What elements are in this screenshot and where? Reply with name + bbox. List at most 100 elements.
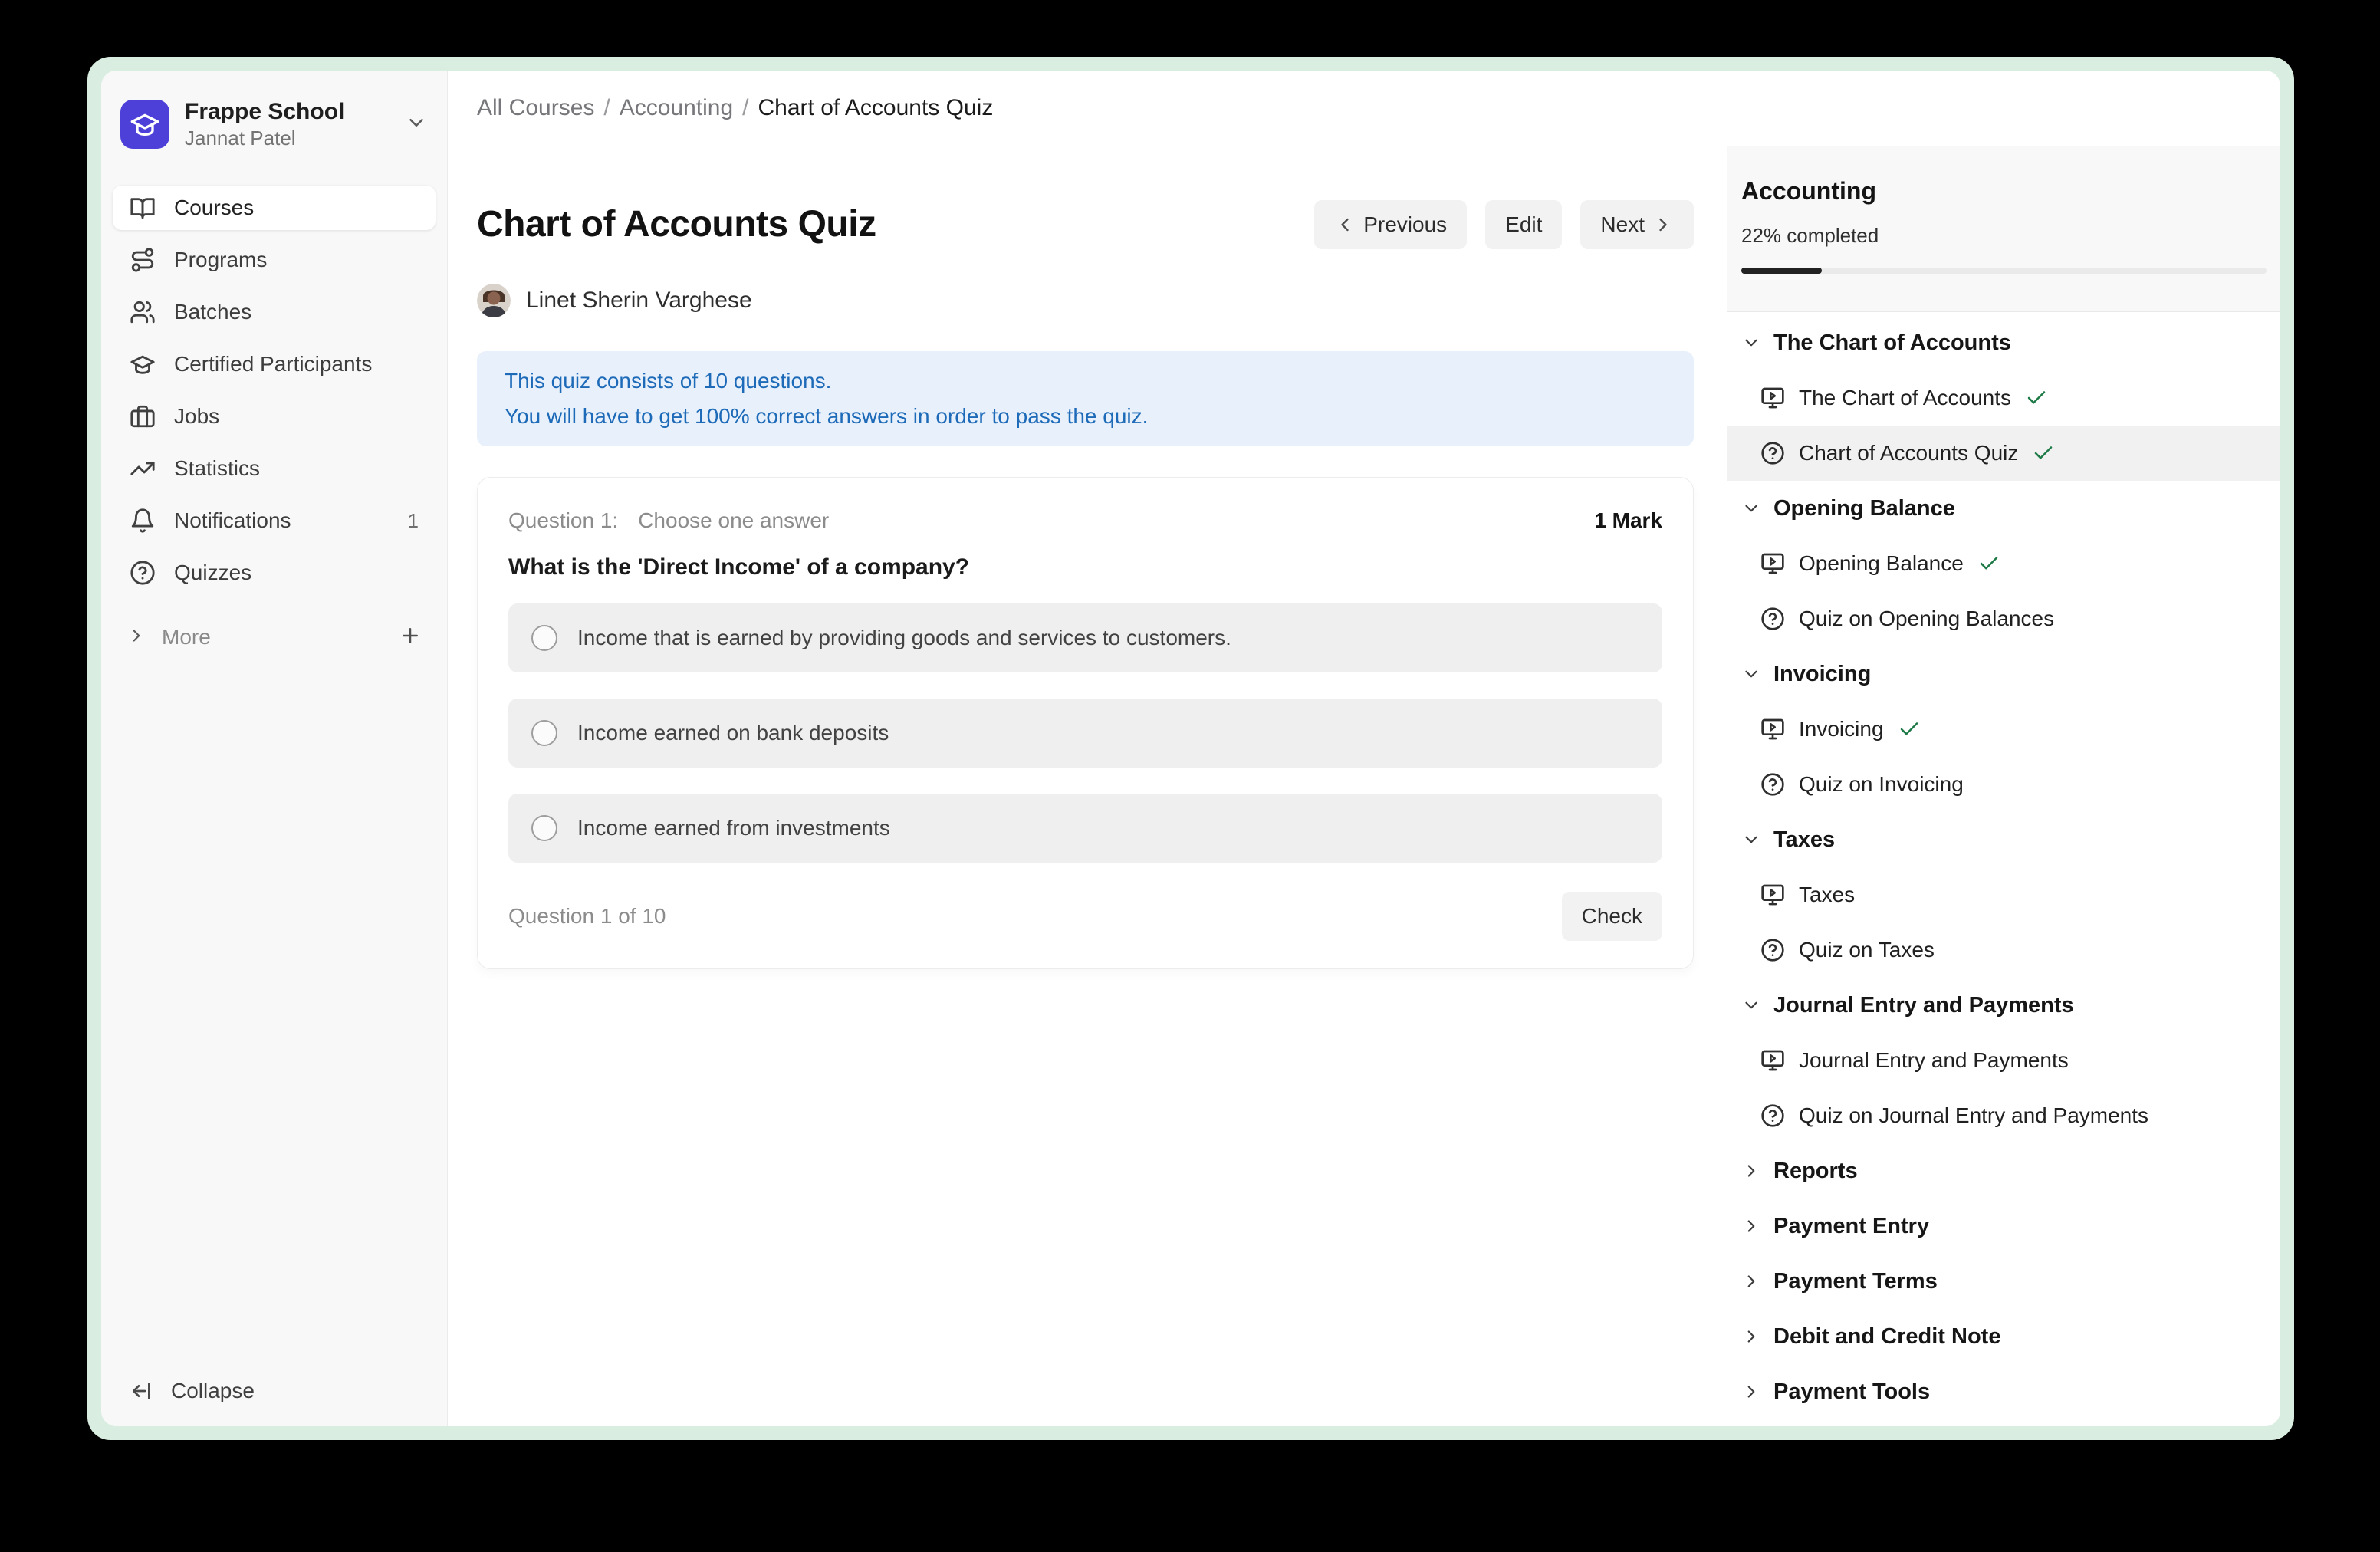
answer-option-3[interactable]: Income earned from investments: [508, 794, 1662, 863]
edit-button[interactable]: Edit: [1485, 200, 1562, 249]
sidebar-item-certified-participants[interactable]: Certified Participants: [113, 342, 436, 386]
breadcrumb: All Courses / Accounting / Chart of Acco…: [448, 71, 2280, 146]
workspace: All Courses / Accounting / Chart of Acco…: [448, 71, 2280, 1426]
chevron-down-icon[interactable]: [405, 111, 428, 138]
trending-up-icon: [130, 455, 156, 482]
course-progress-label: 22% completed: [1741, 224, 2267, 248]
banner-line-1: This quiz consists of 10 questions.: [505, 363, 1666, 399]
brand-user: Jannat Patel: [185, 126, 390, 150]
chevron-right-icon: [1741, 1382, 1761, 1402]
lesson-icon: [1760, 883, 1785, 907]
sidebar-item-label: Statistics: [174, 456, 260, 481]
outline-quiz-taxes[interactable]: Quiz on Taxes: [1727, 922, 2280, 978]
book-open-icon: [130, 195, 156, 221]
outline-section-payment-tools[interactable]: Payment Tools: [1727, 1364, 2280, 1419]
previous-button[interactable]: Previous: [1314, 200, 1467, 249]
outline-quiz-invoicing[interactable]: Quiz on Invoicing: [1727, 757, 2280, 812]
answer-options: Income that is earned by providing goods…: [508, 603, 1662, 863]
plus-icon[interactable]: [399, 624, 422, 651]
question-progress: Question 1 of 10: [508, 904, 666, 929]
collapse-sidebar-button[interactable]: Collapse: [113, 1379, 436, 1403]
outline-section-journal-entry-and-payments[interactable]: Journal Entry and Payments: [1727, 978, 2280, 1033]
chevron-down-icon: [1741, 498, 1761, 518]
workspace-switcher[interactable]: Frappe School Jannat Patel: [113, 98, 436, 150]
outline-quiz-opening-balances[interactable]: Quiz on Opening Balances: [1727, 591, 2280, 646]
outline-section-taxes[interactable]: Taxes: [1727, 812, 2280, 867]
lesson-icon: [1760, 551, 1785, 576]
collapse-icon: [130, 1379, 154, 1403]
collapse-label: Collapse: [171, 1379, 255, 1403]
quiz-icon: [1760, 441, 1785, 465]
help-circle-icon: [130, 560, 156, 586]
check-button[interactable]: Check: [1562, 892, 1662, 941]
brand-title: Frappe School: [185, 98, 390, 126]
course-outline-list: The Chart of Accounts The Chart of Accou…: [1727, 312, 2280, 1426]
creator-row: Linet Sherin Varghese: [477, 284, 1694, 317]
answer-option-1[interactable]: Income that is earned by providing goods…: [508, 603, 1662, 672]
title-actions: Previous Edit Next: [1314, 200, 1694, 249]
quiz-icon: [1760, 772, 1785, 797]
outline-section-debit-and-credit-note[interactable]: Debit and Credit Note: [1727, 1309, 2280, 1364]
quiz-info-banner: This quiz consists of 10 questions. You …: [477, 351, 1694, 446]
check-icon: [1898, 718, 1921, 741]
sidebar-item-statistics[interactable]: Statistics: [113, 446, 436, 491]
outline-lesson-opening-balance[interactable]: Opening Balance: [1727, 536, 2280, 591]
outline-section-invoicing[interactable]: Invoicing: [1727, 646, 2280, 702]
check-icon: [1977, 552, 2000, 575]
breadcrumb-accounting[interactable]: Accounting: [620, 95, 733, 121]
outline-lesson-invoicing[interactable]: Invoicing: [1727, 702, 2280, 757]
radio-icon[interactable]: [531, 720, 557, 746]
sidebar-item-quizzes[interactable]: Quizzes: [113, 551, 436, 595]
sidebar-nav: Courses Programs Batches Certified Parti…: [113, 186, 436, 595]
course-progress-fill: [1741, 268, 1822, 274]
sidebar-item-label: Batches: [174, 300, 251, 324]
bell-icon: [130, 508, 156, 534]
users-icon: [130, 299, 156, 325]
quiz-main-panel: Chart of Accounts Quiz Previous Edit Nex…: [448, 146, 1727, 1426]
lesson-icon: [1760, 386, 1785, 410]
chevron-right-icon: [1741, 1216, 1761, 1236]
outline-section-payment-terms[interactable]: Payment Terms: [1727, 1254, 2280, 1309]
chevron-right-icon: [1652, 214, 1674, 235]
breadcrumb-all-courses[interactable]: All Courses: [477, 95, 594, 121]
outline-section-chart-of-accounts[interactable]: The Chart of Accounts: [1727, 315, 2280, 370]
course-progress-bar: [1741, 268, 2267, 274]
radio-icon[interactable]: [531, 815, 557, 841]
sidebar-item-notifications[interactable]: Notifications 1: [113, 498, 436, 543]
app-window: Frappe School Jannat Patel Courses Progr…: [87, 57, 2294, 1440]
outline-quiz-chart-of-accounts-quiz[interactable]: Chart of Accounts Quiz: [1727, 426, 2280, 481]
answer-option-2[interactable]: Income earned on bank deposits: [508, 699, 1662, 768]
course-outline-header: Accounting 22% completed: [1727, 146, 2280, 312]
sidebar-item-label: Quizzes: [174, 561, 251, 585]
outline-section-reports[interactable]: Reports: [1727, 1143, 2280, 1199]
graduation-cap-icon: [130, 109, 160, 140]
sidebar-item-courses[interactable]: Courses: [113, 186, 436, 230]
sidebar-item-label: Courses: [174, 196, 254, 220]
outline-quiz-journal-entry-and-payments[interactable]: Quiz on Journal Entry and Payments: [1727, 1088, 2280, 1143]
creator-avatar: [477, 284, 511, 317]
sidebar-item-jobs[interactable]: Jobs: [113, 394, 436, 439]
sidebar-item-label: Notifications: [174, 508, 291, 533]
course-title: Accounting: [1741, 177, 2267, 206]
outline-section-opening-balance[interactable]: Opening Balance: [1727, 481, 2280, 536]
radio-icon[interactable]: [531, 625, 557, 651]
notifications-count-badge: 1: [408, 509, 419, 533]
sidebar-item-label: Certified Participants: [174, 352, 372, 376]
breadcrumb-current: Chart of Accounts Quiz: [758, 95, 994, 121]
chevron-right-icon: [127, 626, 146, 649]
outline-section-payment-entry[interactable]: Payment Entry: [1727, 1199, 2280, 1254]
quiz-icon: [1760, 938, 1785, 962]
sidebar-more[interactable]: More: [113, 615, 436, 659]
outline-lesson-the-chart-of-accounts[interactable]: The Chart of Accounts: [1727, 370, 2280, 426]
next-button[interactable]: Next: [1580, 200, 1694, 249]
briefcase-icon: [130, 403, 156, 429]
lesson-icon: [1760, 717, 1785, 741]
sidebar-item-batches[interactable]: Batches: [113, 290, 436, 334]
outline-lesson-journal-entry-and-payments[interactable]: Journal Entry and Payments: [1727, 1033, 2280, 1088]
banner-line-2: You will have to get 100% correct answer…: [505, 399, 1666, 434]
sidebar-item-programs[interactable]: Programs: [113, 238, 436, 282]
breadcrumb-separator: /: [742, 95, 748, 121]
creator-name: Linet Sherin Varghese: [526, 288, 752, 314]
outline-lesson-taxes[interactable]: Taxes: [1727, 867, 2280, 922]
frappe-school-app: Frappe School Jannat Patel Courses Progr…: [101, 71, 2280, 1426]
